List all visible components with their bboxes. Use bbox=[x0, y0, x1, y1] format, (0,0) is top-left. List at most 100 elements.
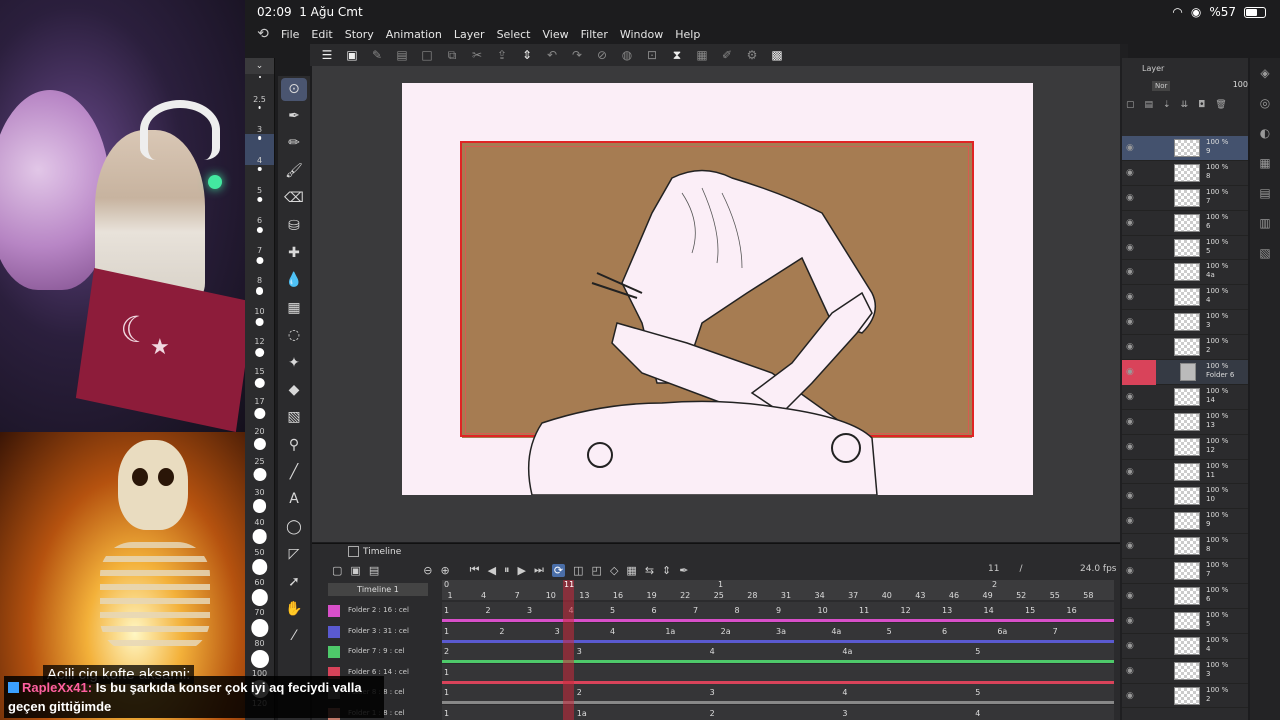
eye-icon[interactable]: ◉ bbox=[1126, 691, 1134, 701]
ink-icon[interactable]: ✒ bbox=[679, 564, 688, 577]
layer-item[interactable]: ◉ 100 % 3 bbox=[1122, 310, 1248, 336]
brush-size-item[interactable]: 80 bbox=[245, 617, 274, 648]
cel-label[interactable]: 1 bbox=[444, 606, 449, 615]
next-frame-icon[interactable]: ▶ bbox=[518, 564, 526, 577]
cel-label[interactable]: 5 bbox=[975, 647, 980, 656]
layer-item[interactable]: ◉ 100 % 8 bbox=[1122, 534, 1248, 560]
menu-animation[interactable]: Animation bbox=[386, 28, 452, 41]
brush-size-item[interactable]: 60 bbox=[245, 557, 274, 587]
layer-item[interactable]: ◉ 100 % 5 bbox=[1122, 236, 1248, 261]
cel-label[interactable]: 1 bbox=[444, 627, 449, 636]
track-cels[interactable]: 1 2 3 4 1a 2a 3a 4a 5 6 6a 7 bbox=[442, 622, 1114, 643]
transfer-icon[interactable]: ⇣ bbox=[1163, 100, 1171, 110]
eye-icon[interactable]: ◉ bbox=[1126, 193, 1134, 203]
cel-label[interactable]: 7 bbox=[1053, 627, 1058, 636]
eye-icon[interactable]: ◉ bbox=[1126, 491, 1134, 501]
cel-label[interactable]: 10 bbox=[818, 606, 828, 615]
brush-size-item[interactable]: 3 bbox=[245, 104, 274, 134]
cel-label[interactable]: 4a bbox=[831, 627, 841, 636]
eye-icon[interactable]: ◉ bbox=[1126, 591, 1134, 601]
move-icon[interactable]: ⊙ bbox=[281, 78, 307, 101]
eye-icon[interactable]: ◉ bbox=[1126, 541, 1134, 551]
eye-icon[interactable]: ◉ bbox=[1126, 218, 1134, 228]
prev-frame-icon[interactable]: ◀ bbox=[488, 564, 496, 577]
frame-ruler[interactable]: 1471013161922252831343740434649525558011… bbox=[442, 580, 1114, 600]
cel-label[interactable]: 3 bbox=[577, 647, 582, 656]
menu-select[interactable]: Select bbox=[497, 28, 541, 41]
cel-label[interactable]: 2 bbox=[486, 606, 491, 615]
new-layer-icon[interactable]: □ bbox=[420, 48, 434, 62]
cel-label[interactable]: 5 bbox=[975, 688, 980, 697]
track-visibility-icon[interactable] bbox=[328, 605, 340, 617]
cel-label[interactable]: 14 bbox=[984, 606, 994, 615]
layer-item[interactable]: ◉ 100 % 10 bbox=[1122, 484, 1248, 510]
timeline-name[interactable]: Timeline 1 bbox=[328, 583, 428, 596]
brush-size-item[interactable]: 7 bbox=[245, 225, 274, 255]
eye-icon[interactable]: ◉ bbox=[1126, 367, 1134, 377]
cel-label[interactable]: 5 bbox=[887, 627, 892, 636]
brush-size-item[interactable]: 25 bbox=[245, 436, 274, 466]
layer-item[interactable]: ◉ 100 % 13 bbox=[1122, 410, 1248, 435]
brush-icon[interactable]: 🖌 bbox=[278, 158, 310, 185]
sub-tool-icon[interactable]: ▤ bbox=[1250, 178, 1280, 208]
text-icon[interactable]: A bbox=[278, 486, 310, 513]
zoom-out-icon[interactable]: ⊖ bbox=[423, 564, 432, 577]
eye-icon[interactable]: ◉ bbox=[1126, 168, 1134, 178]
copy-icon[interactable]: ⧉ bbox=[445, 48, 459, 62]
layer-item[interactable]: ◉ 100 % 7 bbox=[1122, 559, 1248, 585]
menu-edit[interactable]: Edit bbox=[311, 28, 342, 41]
eye-icon[interactable]: ◉ bbox=[1126, 616, 1134, 626]
ruler-icon[interactable]: ◸ bbox=[278, 541, 310, 568]
menu-story[interactable]: Story bbox=[345, 28, 384, 41]
grid-icon[interactable]: ▦ bbox=[278, 295, 310, 322]
pen-icon[interactable]: ✒ bbox=[278, 103, 310, 130]
balloon-icon[interactable]: ◯ bbox=[278, 514, 310, 541]
pencil-icon[interactable]: ✏ bbox=[278, 130, 310, 157]
redo-icon[interactable]: ↷ bbox=[570, 48, 584, 62]
cel-label[interactable]: 4 bbox=[710, 647, 715, 656]
layer-tab[interactable]: Layer bbox=[1142, 64, 1164, 73]
last-frame-icon[interactable]: ⏭ bbox=[534, 563, 544, 577]
eye-icon[interactable]: ◉ bbox=[1126, 467, 1134, 477]
layer-item[interactable]: ◉ 100 % 8 bbox=[1122, 161, 1248, 186]
cel-label[interactable]: 9 bbox=[776, 606, 781, 615]
cel-label[interactable]: 1a bbox=[665, 627, 675, 636]
pause-icon[interactable]: ⏸ bbox=[504, 563, 510, 577]
decoration-icon[interactable]: ✚ bbox=[278, 240, 310, 267]
transform-icon[interactable]: ⊡ bbox=[645, 48, 659, 62]
brush-size-item[interactable]: 17 bbox=[245, 376, 274, 406]
eye-icon[interactable]: ◉ bbox=[1126, 417, 1134, 427]
fill-selection-icon[interactable]: ◍ bbox=[620, 48, 634, 62]
eye-icon[interactable]: ◉ bbox=[1126, 243, 1134, 253]
brush-size-item[interactable]: 100 bbox=[245, 648, 274, 678]
playhead[interactable] bbox=[563, 580, 574, 720]
color-wheel-icon[interactable]: ◐ bbox=[1250, 118, 1280, 148]
fill-icon[interactable]: ◆ bbox=[278, 377, 310, 404]
cel-label[interactable]: 6a bbox=[997, 627, 1007, 636]
eye-icon[interactable]: ◉ bbox=[1126, 641, 1134, 651]
settings-icon[interactable]: ⚙ bbox=[745, 48, 759, 62]
layer-item[interactable]: ◉ 100 % 4 bbox=[1122, 285, 1248, 311]
timeline-track[interactable]: Folder 1 : 8 : cel11a234 bbox=[328, 704, 1114, 720]
track-cels[interactable]: 1 bbox=[442, 663, 1114, 684]
cel-label[interactable]: 4 bbox=[975, 709, 980, 718]
cel-spec-icon[interactable]: ▦ bbox=[626, 564, 636, 577]
cel-label[interactable]: 8 bbox=[735, 606, 740, 615]
layer-item[interactable]: ◉ 100 % 2 bbox=[1122, 335, 1248, 361]
menu-view[interactable]: View bbox=[543, 28, 579, 41]
new-cel-icon[interactable]: ▣ bbox=[350, 564, 360, 577]
layer-item[interactable]: ◉ 100 % 11 bbox=[1122, 460, 1248, 485]
hand-icon[interactable]: ✋ bbox=[278, 596, 310, 623]
cel-label[interactable]: 5 bbox=[610, 606, 615, 615]
delete-layer-icon[interactable]: 🗑 bbox=[1215, 100, 1226, 110]
move-cel-icon[interactable]: ⇆ bbox=[645, 564, 654, 577]
cel-label[interactable]: 6 bbox=[652, 606, 657, 615]
layer-item[interactable]: ◉ 100 % 12 bbox=[1122, 435, 1248, 460]
blend-mode-select[interactable]: Nor bbox=[1152, 81, 1171, 91]
hamburger-menu-icon[interactable]: ☰ bbox=[320, 48, 334, 62]
cel-label[interactable]: 13 bbox=[942, 606, 952, 615]
loop-icon[interactable]: ⟳ bbox=[551, 563, 566, 577]
menu-window[interactable]: Window bbox=[620, 28, 673, 41]
cel-label[interactable]: 2 bbox=[710, 709, 715, 718]
menu-filter[interactable]: Filter bbox=[581, 28, 618, 41]
